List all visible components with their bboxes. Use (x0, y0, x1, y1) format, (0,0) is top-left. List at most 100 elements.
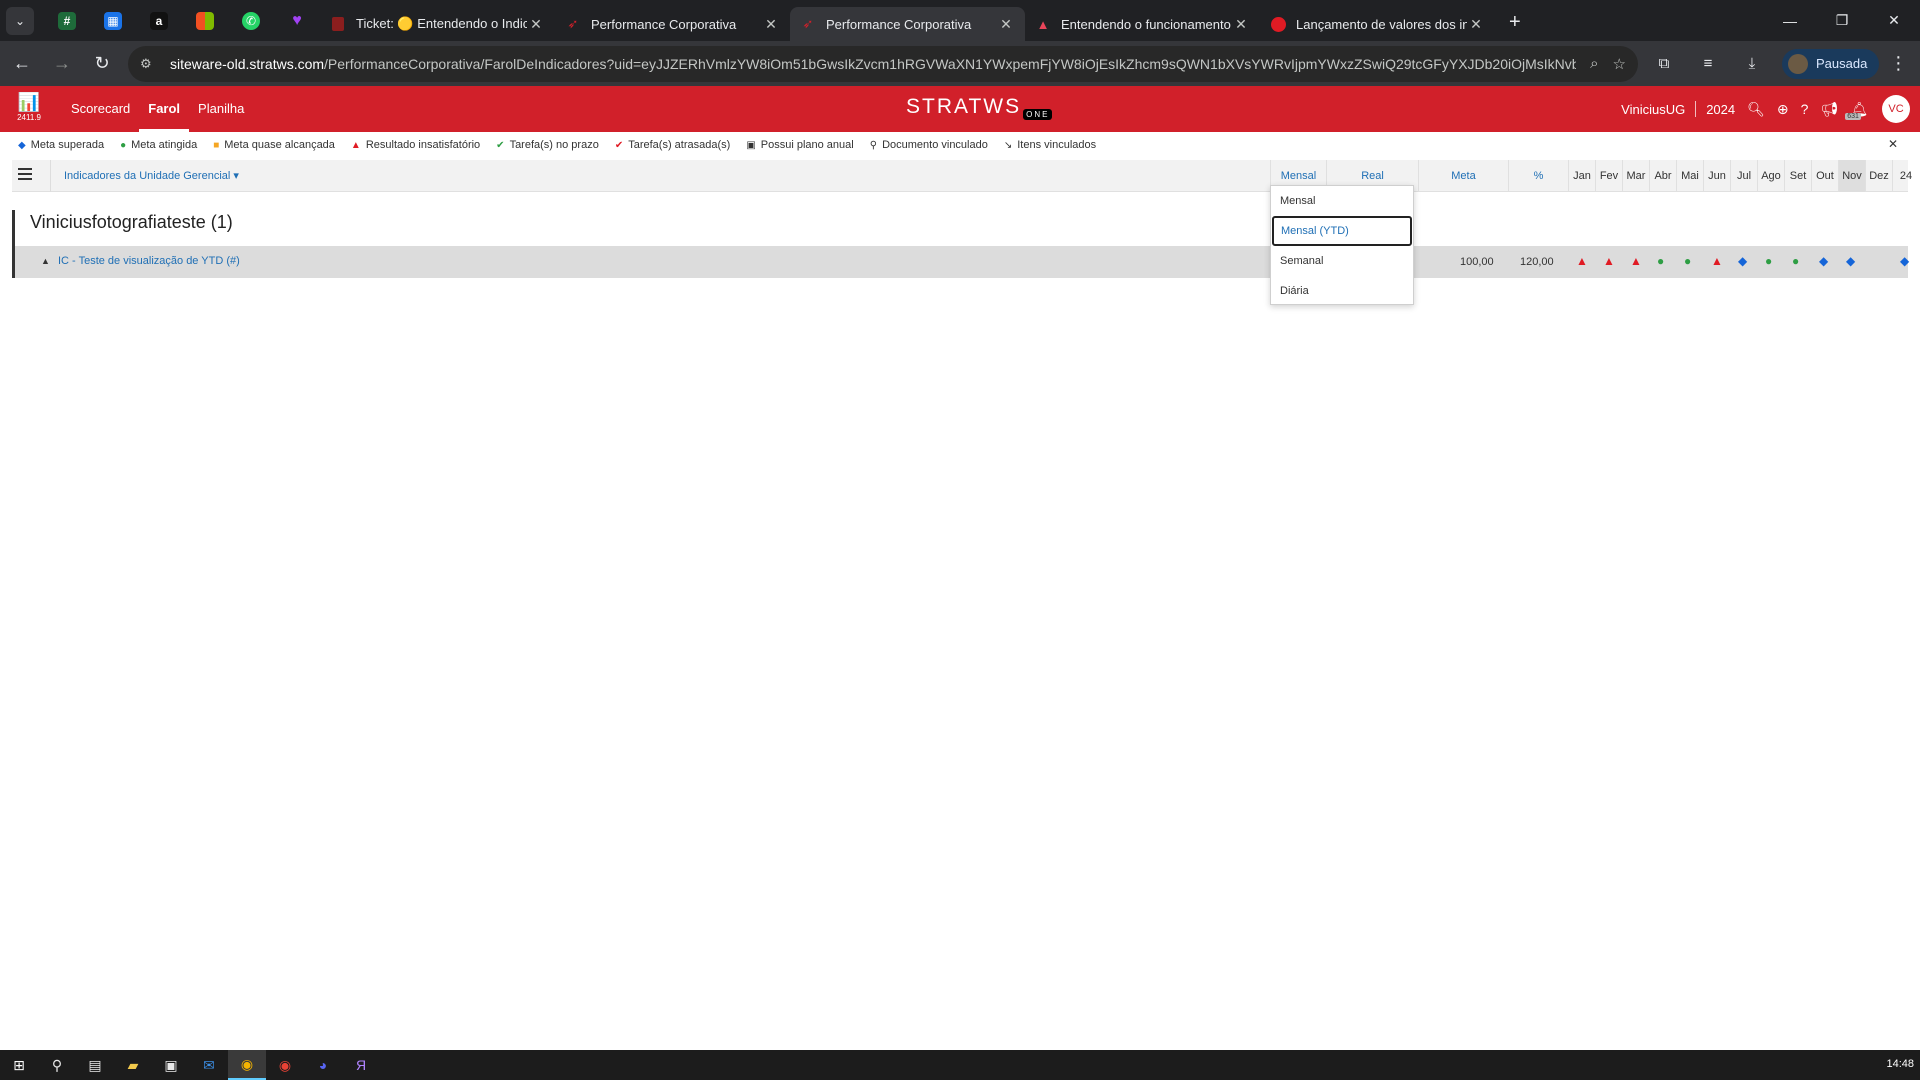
green-dot-icon[interactable]: ● (1792, 255, 1799, 267)
megaphone-icon[interactable]: 📢︎ (1820, 101, 1838, 118)
media-controls-icon[interactable]: ≡ (1690, 46, 1726, 82)
header-right: ViniciusUG 2024 🔍︎ ⊕ ? 📢︎ 🔔︎ 631 VC (1621, 86, 1920, 132)
close-tab-icon[interactable]: ✕ (527, 16, 545, 33)
close-legend-icon[interactable]: ✕ (1888, 137, 1898, 151)
paperclip-icon: ⚲ (869, 139, 878, 151)
year-selector[interactable]: 2024 (1706, 102, 1735, 117)
pinned-tab-amazon[interactable]: a (136, 0, 182, 41)
close-window-icon[interactable]: ✕ (1868, 0, 1920, 41)
zoom-icon[interactable]: ⌕ (1590, 55, 1598, 72)
app-icon[interactable]: Я (342, 1050, 380, 1080)
new-tab-icon[interactable]: + (1509, 11, 1521, 34)
bell-icon[interactable]: 🔔︎ 631 (1845, 101, 1868, 120)
red-triangle-icon[interactable]: ▲ (1576, 255, 1588, 267)
mail-icon[interactable]: ✉ (190, 1050, 228, 1080)
green-dot-icon[interactable]: ● (1765, 255, 1772, 267)
tab-lancamento[interactable]: Lançamento de valores dos ind ✕ (1260, 7, 1495, 41)
hamburger-menu-icon[interactable] (18, 168, 32, 183)
tab-performance-1[interactable]: ➶ Performance Corporativa ✕ (555, 7, 790, 41)
tab-ticket[interactable]: Ticket: 🟡 Entendendo o Indica ✕ (320, 7, 555, 41)
chrome-icon[interactable]: ◉ (228, 1050, 266, 1080)
profile-button[interactable]: Pausada (1782, 48, 1880, 79)
legend-item: ▲ Resultado insatisfatório (350, 139, 481, 151)
red-check-icon: ✔ (614, 139, 624, 151)
chrome-profile-icon[interactable]: ◉ (266, 1050, 304, 1080)
tab-title: Performance Corporativa (826, 16, 972, 32)
download-icon[interactable]: ⤓ (1734, 46, 1770, 82)
help-icon[interactable]: ? (1801, 101, 1809, 117)
orange-square-icon: ■ (213, 139, 220, 151)
browser-menu-icon[interactable]: ⋮ (1889, 53, 1907, 74)
indicator-name[interactable]: IC - Teste de visualização de YTD (#) (58, 255, 240, 267)
pinned-tab-heart[interactable]: ♥ (274, 0, 320, 41)
collapse-triangle-icon[interactable]: ▲ (41, 256, 50, 266)
option-mensal-ytd[interactable]: Mensal (YTD) (1272, 216, 1412, 246)
tab-entendendo[interactable]: ▲ Entendendo o funcionamento d ✕ (1025, 7, 1260, 41)
blue-diamond-icon[interactable]: ◆ (1900, 255, 1909, 267)
legend-item: ▣ Possui plano anual (746, 139, 854, 151)
group-title: Viniciusfotografiateste (1) (30, 212, 233, 232)
bar-chart-icon: 📊 (17, 92, 41, 112)
pinned-tab-microsoft[interactable] (182, 0, 228, 41)
search-icon[interactable]: ⚲ (38, 1050, 76, 1080)
discord-icon[interactable]: ◕ (304, 1050, 342, 1080)
back-icon[interactable]: ← (4, 46, 40, 82)
col-meta[interactable]: Meta (1418, 160, 1508, 192)
file-explorer-icon[interactable]: ▰ (114, 1050, 152, 1080)
user-name[interactable]: ViniciusUG (1621, 102, 1685, 117)
ticket-icon (330, 16, 346, 32)
close-tab-icon[interactable]: ✕ (1467, 16, 1485, 33)
blue-diamond-icon[interactable]: ◆ (1846, 255, 1855, 267)
close-tab-icon[interactable]: ✕ (997, 16, 1015, 33)
close-tab-icon[interactable]: ✕ (762, 16, 780, 33)
add-circle-icon[interactable]: ⊕ (1777, 101, 1789, 118)
table-row[interactable]: ▲ IC - Teste de visualização de YTD (#) … (15, 246, 1909, 278)
tab-search-icon[interactable]: ⌄ (6, 6, 34, 35)
col-percent[interactable]: % (1508, 160, 1568, 192)
table-header: Indicadores da Unidade Gerencial ▾ Mensa… (12, 160, 1912, 192)
col-month-dez: Dez (1865, 160, 1892, 192)
close-tab-icon[interactable]: ✕ (1232, 16, 1250, 33)
unit-filter-dropdown[interactable]: Indicadores da Unidade Gerencial ▾ (50, 160, 239, 192)
option-mensal[interactable]: Mensal (1271, 186, 1413, 216)
minimize-icon[interactable]: — (1764, 0, 1816, 41)
option-semanal[interactable]: Semanal (1271, 246, 1413, 276)
site-info-icon[interactable]: ⚙ (140, 56, 160, 72)
nav-scorecard[interactable]: Scorecard (62, 86, 139, 132)
url-text[interactable]: siteware-old.stratws.com/PerformanceCorp… (170, 56, 1576, 72)
divider (1695, 101, 1697, 117)
blue-diamond-icon[interactable]: ◆ (1738, 255, 1747, 267)
bookmark-star-icon[interactable]: ☆ (1613, 55, 1626, 73)
task-view-icon[interactable]: ▤ (76, 1050, 114, 1080)
user-avatar[interactable]: VC (1882, 95, 1910, 123)
nav-planilha[interactable]: Planilha (189, 86, 253, 132)
red-triangle-icon[interactable]: ▲ (1630, 255, 1642, 267)
pinned-tab-whatsapp[interactable]: ✆ (228, 0, 274, 41)
pinned-tab-sheets[interactable]: # (44, 0, 90, 41)
app-logo[interactable]: 📊 2411.9 (16, 92, 42, 122)
stratws-icon: ➶ (802, 16, 814, 31)
red-triangle-icon[interactable]: ▲ (1711, 255, 1723, 267)
tab-performance-2[interactable]: ➶ Performance Corporativa ✕ (790, 7, 1025, 41)
search-icon[interactable]: 🔍︎ (1747, 101, 1765, 118)
legend-item: ✔ Tarefa(s) no prazo (496, 139, 599, 151)
app-version: 2411.9 (17, 113, 41, 122)
green-dot-icon[interactable]: ● (1657, 255, 1664, 267)
pinned-tab-calendar[interactable]: ▦ (90, 0, 136, 41)
col-month-jul: Jul (1730, 160, 1757, 192)
store-icon[interactable]: ▣ (152, 1050, 190, 1080)
extensions-icon[interactable]: ⧉ (1646, 46, 1682, 82)
option-diaria[interactable]: Diária (1271, 276, 1413, 306)
blue-diamond-icon[interactable]: ◆ (1819, 255, 1828, 267)
forward-icon[interactable]: → (44, 46, 80, 82)
reload-icon[interactable]: ↻ (84, 46, 120, 82)
window-controls: — ❐ ✕ (1764, 0, 1920, 41)
address-bar[interactable]: ⚙ siteware-old.stratws.com/PerformanceCo… (128, 45, 1638, 82)
windows-start-icon[interactable]: ⊞ (0, 1050, 38, 1080)
red-triangle-icon[interactable]: ▲ (1603, 255, 1615, 267)
green-dot-icon[interactable]: ● (1684, 255, 1691, 267)
restore-icon[interactable]: ❐ (1816, 0, 1868, 41)
legend-item: ⚲ Documento vinculado (869, 139, 988, 151)
status-legend: ◆ Meta superada ● Meta atingida ■ Meta quas… (0, 132, 1920, 158)
nav-farol[interactable]: Farol (139, 86, 190, 132)
